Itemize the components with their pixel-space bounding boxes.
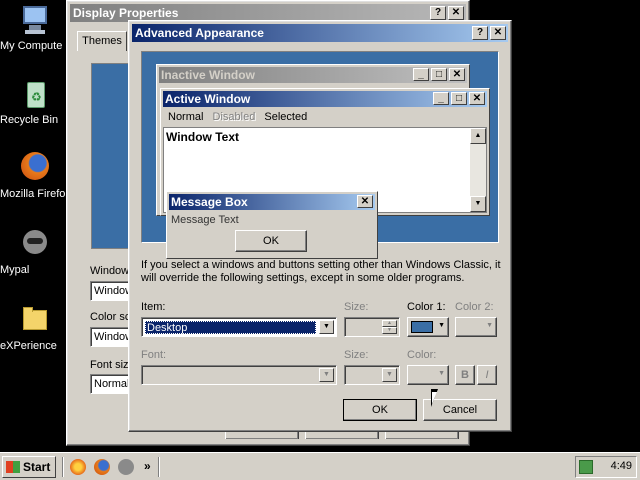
color-scheme-select[interactable]: Window xyxy=(90,327,133,347)
desktop-icon-recycle-bin[interactable]: ♻ Recycle Bin xyxy=(0,78,70,126)
font-select[interactable]: ▼ xyxy=(141,365,337,385)
font-color-label: Color: xyxy=(407,349,437,361)
mouse-cursor-icon-fill xyxy=(432,392,437,404)
advanced-appearance-dialog: Advanced Appearance ? ✕ Inactive Window … xyxy=(128,20,512,432)
spin-up-icon: ▲ xyxy=(382,320,397,327)
active-window-title: Active Window xyxy=(165,92,251,106)
menu-normal: Normal xyxy=(168,111,204,123)
item-label: Item: xyxy=(141,301,166,313)
item-select[interactable]: Desktop ▼ xyxy=(141,317,337,337)
font-size-label: Size: xyxy=(344,349,369,361)
bold-button[interactable]: B xyxy=(455,365,475,385)
preview-monitor xyxy=(91,63,131,249)
desktop-icon-firefox[interactable]: Mozilla Firefo xyxy=(0,152,70,200)
size-label: Size: xyxy=(344,301,369,313)
message-box-title: Message Box xyxy=(171,195,248,209)
chevron-down-icon[interactable]: ▼ xyxy=(319,320,334,334)
minimize-icon: _ xyxy=(433,92,449,105)
close-icon: ✕ xyxy=(469,92,485,105)
firefox-icon xyxy=(19,152,51,184)
desktop-icon-mypal[interactable]: Mypal xyxy=(0,228,70,276)
font-size-select[interactable]: ▼ xyxy=(344,365,400,385)
start-label: Start xyxy=(23,460,51,474)
message-box-titlebar: Message Box ✕ xyxy=(169,194,375,210)
help-button[interactable]: ? xyxy=(472,26,488,40)
preview-inactive-titlebar: Inactive Window _ □ ✕ xyxy=(159,67,467,83)
dialog-title: Advanced Appearance xyxy=(135,26,264,40)
menu-disabled: Disabled xyxy=(212,111,256,123)
desktop-icon-label: Recycle Bin xyxy=(0,114,59,126)
size-spinner[interactable]: ▲ ▼ xyxy=(344,317,400,337)
close-button[interactable]: ✕ xyxy=(448,6,464,20)
preview-message-box: Message Box ✕ Message Text OK xyxy=(166,191,378,259)
window-title: Display Properties xyxy=(73,6,179,20)
spin-down-icon: ▼ xyxy=(382,327,397,334)
color-scheme-label-fragment: Color sc xyxy=(90,311,131,323)
start-button[interactable]: Start xyxy=(2,456,56,478)
quicklaunch-browser-icon[interactable] xyxy=(70,459,86,475)
quicklaunch-separator xyxy=(62,457,64,477)
font-color-picker[interactable]: ▼ xyxy=(407,365,449,385)
system-tray: 4:49 xyxy=(575,456,637,478)
select-value: Normal xyxy=(94,378,130,390)
quicklaunch-mypal-icon[interactable] xyxy=(118,459,134,475)
item-select-value: Desktop xyxy=(145,321,316,334)
ok-button[interactable]: OK xyxy=(343,399,417,421)
maximize-icon: □ xyxy=(431,68,447,81)
chevron-down-icon: ▼ xyxy=(382,368,397,382)
desktop-icon-my-computer[interactable]: My Compute xyxy=(0,4,70,52)
color1-label: Color 1: xyxy=(407,301,446,313)
preview-menubar: Normal Disabled Selected xyxy=(165,109,310,125)
desktop-icon-label: Mypal xyxy=(0,264,30,276)
chevron-down-icon: ▼ xyxy=(438,370,445,377)
menu-selected: Selected xyxy=(264,111,308,123)
maximize-icon: □ xyxy=(451,92,467,105)
close-button[interactable]: ✕ xyxy=(490,26,506,40)
recycle-bin-icon: ♻ xyxy=(19,78,51,110)
windows-logo-icon xyxy=(6,461,20,473)
folder-icon xyxy=(19,304,51,336)
color1-swatch xyxy=(411,321,433,333)
desktop-icon-experience[interactable]: eXPerience xyxy=(0,304,70,352)
color1-picker[interactable]: ▼ xyxy=(407,317,449,337)
quicklaunch-separator xyxy=(158,457,160,477)
color2-picker[interactable]: ▼ xyxy=(455,317,497,337)
computer-icon xyxy=(19,4,51,36)
close-icon: ✕ xyxy=(449,68,465,81)
scroll-down-icon: ▼ xyxy=(470,196,486,212)
window-text: Window Text xyxy=(166,130,239,144)
scroll-up-icon: ▲ xyxy=(470,128,486,144)
inactive-window-title: Inactive Window xyxy=(161,68,255,82)
font-label: Font: xyxy=(141,349,167,361)
info-text: If you select a windows and buttons sett… xyxy=(141,259,501,284)
quicklaunch-firefox-icon[interactable] xyxy=(94,459,110,475)
clock[interactable]: 4:49 xyxy=(611,460,632,472)
desktop-icon-label: My Compute xyxy=(0,40,63,52)
tab-themes[interactable]: Themes xyxy=(77,31,127,51)
desktop-icon-label: Mozilla Firefo xyxy=(0,188,66,200)
desktop-icon-label: eXPerience xyxy=(0,340,57,352)
windows-buttons-select[interactable]: Window xyxy=(90,281,133,301)
close-icon: ✕ xyxy=(357,195,373,208)
window-label-fragment: Window xyxy=(90,265,130,277)
color2-label: Color 2: xyxy=(455,301,494,313)
quicklaunch-more-button[interactable]: » xyxy=(144,459,151,473)
mypal-icon xyxy=(19,228,51,260)
chevron-down-icon: ▼ xyxy=(319,368,334,382)
chevron-down-icon: ▼ xyxy=(438,322,445,329)
font-size-select[interactable]: Normal xyxy=(90,374,130,394)
italic-button[interactable]: I xyxy=(477,365,497,385)
help-button[interactable]: ? xyxy=(430,6,446,20)
appearance-preview[interactable]: Inactive Window _ □ ✕ Active Window _ □ … xyxy=(141,51,499,259)
taskbar: Start » 4:49 xyxy=(0,452,640,480)
chevron-down-icon: ▼ xyxy=(486,322,493,329)
tray-network-icon[interactable] xyxy=(579,460,593,474)
minimize-icon: _ xyxy=(413,68,429,81)
advanced-appearance-titlebar[interactable]: Advanced Appearance ? ✕ xyxy=(132,24,508,42)
preview-scrollbar: ▲ ▼ xyxy=(470,128,486,212)
message-text: Message Text xyxy=(171,214,239,226)
preview-active-titlebar: Active Window _ □ ✕ xyxy=(163,91,487,107)
message-box-ok: OK xyxy=(235,230,307,252)
